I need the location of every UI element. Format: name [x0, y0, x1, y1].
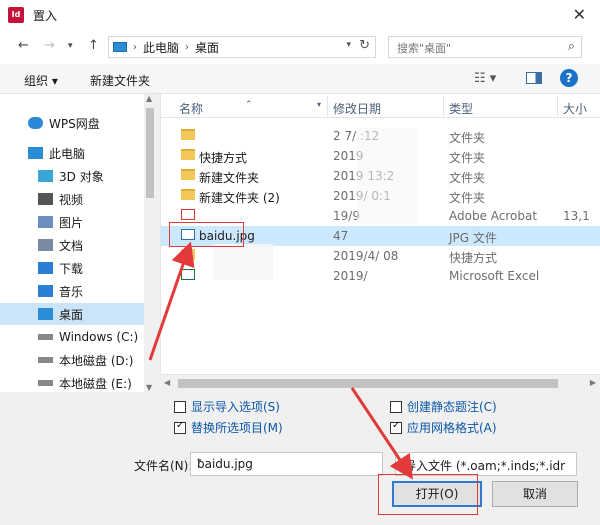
- annotation-arrows: [148, 241, 413, 480]
- arrow-to-open: [350, 387, 413, 480]
- arrow-to-file: [148, 241, 195, 361]
